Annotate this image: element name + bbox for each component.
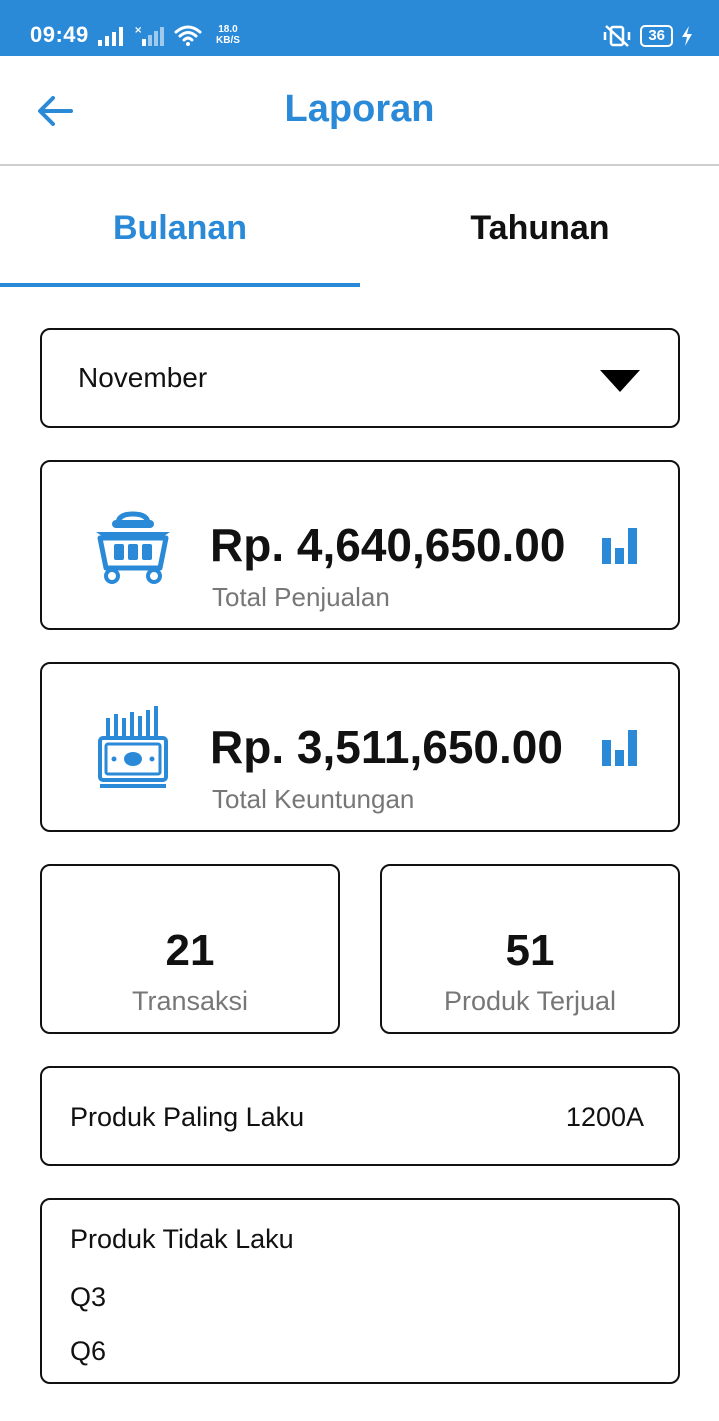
tab-bulanan[interactable]: Bulanan	[0, 168, 360, 288]
bar-chart-icon[interactable]	[600, 728, 640, 768]
best-selling-value: 1200A	[565, 1102, 644, 1132]
list-item: Q3	[70, 1282, 107, 1312]
report-tabs: Bulanan Tahunan	[0, 168, 719, 288]
battery-icon: 36	[640, 25, 673, 47]
status-left-icons: × 18.0 KB/S	[98, 22, 240, 46]
app-bar: Laporan	[0, 56, 719, 166]
network-speed: 18.0 KB/S	[216, 24, 240, 46]
signal-icon	[98, 27, 123, 46]
transactions-value: 21	[165, 926, 215, 975]
page-title: Laporan	[284, 88, 435, 130]
products-sold-card: 51 Produk Terjual	[380, 864, 680, 1034]
no-signal-icon: ×	[134, 25, 164, 46]
transactions-label: Transaksi	[131, 986, 249, 1016]
best-selling-label: Produk Paling Laku	[70, 1102, 305, 1132]
total-profit-value: Rp. 3,511,650.00	[210, 721, 563, 773]
tab-indicator	[0, 283, 360, 287]
charging-icon	[682, 26, 692, 46]
list-item: Q6	[70, 1336, 107, 1366]
total-sales-label: Total Penjualan	[212, 582, 390, 612]
status-time: 09:49	[30, 22, 89, 47]
total-profit-label: Total Keuntungan	[212, 784, 415, 814]
transactions-card: 21 Transaksi	[40, 864, 340, 1034]
bar-chart-icon[interactable]	[600, 526, 640, 566]
money-chart-icon	[98, 706, 168, 788]
not-selling-title: Produk Tidak Laku	[70, 1224, 294, 1254]
svg-text:×: ×	[134, 25, 142, 36]
month-dropdown[interactable]: November	[40, 328, 680, 428]
total-sales-value: Rp. 4,640,650.00	[210, 519, 566, 571]
status-bar: 09:49 × 18.0 KB/S 36	[0, 0, 719, 56]
products-sold-label: Produk Terjual	[443, 986, 617, 1016]
shopping-basket-icon	[96, 511, 170, 584]
products-sold-value: 51	[505, 926, 555, 975]
best-selling-card: Produk Paling Laku 1200A	[40, 1066, 680, 1166]
total-sales-card: Rp. 4,640,650.00 Total Penjualan	[40, 460, 680, 630]
tab-tahunan[interactable]: Tahunan	[360, 168, 719, 288]
month-dropdown-value: November	[78, 362, 208, 393]
vibrate-off-icon	[604, 25, 631, 47]
total-profit-card: Rp. 3,511,650.00 Total Keuntungan	[40, 662, 680, 832]
dropdown-arrow-icon	[600, 370, 640, 392]
not-selling-card: Produk Tidak Laku Q3 Q6	[40, 1198, 680, 1384]
wifi-icon	[174, 25, 202, 46]
status-right-icons: 36	[602, 24, 693, 48]
